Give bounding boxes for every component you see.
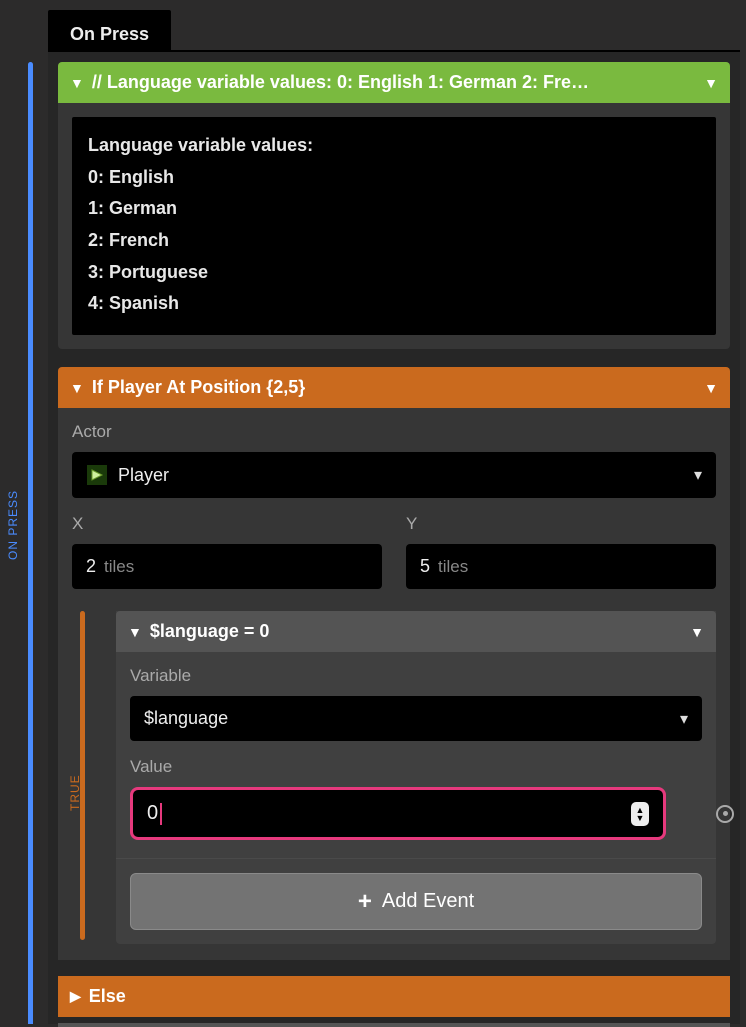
if-block: ▼ If Player At Position {2,5} ▼ Actor Pl… [58, 367, 730, 960]
if-header[interactable]: ▼ If Player At Position {2,5} ▼ [58, 367, 730, 408]
menu-icon[interactable]: ▼ [690, 624, 704, 640]
text-cursor [160, 803, 162, 825]
menu-icon[interactable]: ▼ [704, 380, 718, 396]
x-value: 2 [86, 556, 96, 577]
comment-code: Language variable values: 0: English 1: … [72, 117, 716, 335]
event-panel: ▼ // Language variable values: 0: Englis… [48, 50, 740, 1024]
else-block: ▶ Else [58, 976, 730, 1017]
actor-value: Player [118, 465, 169, 486]
value-label: Value [130, 757, 702, 777]
actor-label: Actor [72, 422, 716, 442]
set-variable-header-text: $language = 0 [150, 621, 270, 642]
if-body: Actor Player ▾ X 2 tiles Y [58, 408, 730, 960]
y-unit: tiles [438, 557, 468, 577]
y-value: 5 [420, 556, 430, 577]
actor-select[interactable]: Player ▾ [72, 452, 716, 498]
y-label: Y [406, 514, 716, 534]
x-unit: tiles [104, 557, 134, 577]
set-variable-body: Variable $language ▾ Value 0 ▲▼ [116, 652, 716, 858]
comment-header-text: // Language variable values: 0: English … [92, 72, 704, 93]
comment-body: Language variable values: 0: English 1: … [58, 103, 730, 349]
add-event-label: Add Event [382, 890, 474, 913]
x-input[interactable]: 2 tiles [72, 544, 382, 589]
chevron-down-icon: ▾ [694, 465, 702, 485]
menu-icon[interactable]: ▼ [704, 75, 718, 91]
set-variable-block: ▼ $language = 0 ▼ Variable $language ▾ V… [116, 611, 716, 858]
comment-block: ▼ // Language variable values: 0: Englis… [58, 62, 730, 349]
on-press-rail [28, 62, 33, 1024]
variable-label: Variable [130, 666, 702, 686]
set-variable-header[interactable]: ▼ $language = 0 ▼ [116, 611, 716, 652]
else-header[interactable]: ▶ Else [58, 976, 730, 1017]
variable-select[interactable]: $language ▾ [130, 696, 702, 741]
add-event-button[interactable]: + Add Event [130, 873, 702, 930]
value-input[interactable]: 0 ▲▼ [130, 787, 666, 840]
arrow-right-icon [86, 464, 108, 486]
y-input[interactable]: 5 tiles [406, 544, 716, 589]
value-text: 0 [147, 802, 158, 825]
expand-icon: ▶ [70, 988, 81, 1005]
true-rail-label: TRUE [68, 774, 82, 811]
add-event-container: + Add Event [116, 858, 716, 944]
collapse-icon: ▼ [70, 75, 84, 91]
comment-header[interactable]: ▼ // Language variable values: 0: Englis… [58, 62, 730, 103]
else-header-text: Else [89, 986, 126, 1007]
true-branch: TRUE ▼ $language = 0 ▼ Variable $languag… [72, 611, 716, 944]
chevron-down-icon: ▾ [680, 709, 688, 729]
collapse-icon: ▼ [70, 380, 84, 396]
variable-value: $language [144, 708, 228, 729]
value-options-button[interactable] [716, 805, 734, 823]
if-header-text: If Player At Position {2,5} [92, 377, 305, 398]
number-stepper[interactable]: ▲▼ [631, 802, 649, 826]
on-press-rail-label: ON PRESS [6, 490, 20, 560]
tab-label: On Press [70, 24, 149, 44]
x-label: X [72, 514, 382, 534]
collapse-icon: ▼ [128, 624, 142, 640]
